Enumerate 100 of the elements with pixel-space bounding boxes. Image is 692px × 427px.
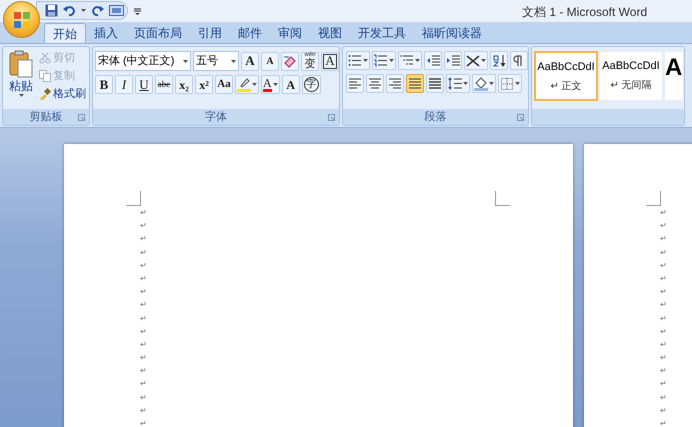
clear-format-button[interactable]: [281, 52, 299, 70]
ribbon-tab[interactable]: 页面布局: [126, 23, 190, 43]
justify-icon: [408, 76, 422, 90]
sort-button[interactable]: [490, 51, 508, 70]
paragraph-mark: ↵: [140, 365, 147, 378]
paragraph-mark: ↵: [660, 272, 667, 285]
bullets-icon: [348, 54, 362, 68]
borders-button[interactable]: [498, 74, 522, 93]
character-shading-button[interactable]: A: [282, 75, 300, 94]
highlighter-icon: [237, 77, 251, 92]
group-label: 字体: [205, 110, 227, 125]
ribbon-tab[interactable]: 引用: [190, 23, 230, 43]
chinese-layout-button[interactable]: [464, 51, 488, 70]
style-sample: AaBbCcDdI: [537, 60, 595, 75]
paint-bucket-button[interactable]: [472, 74, 496, 93]
distribute-button[interactable]: [426, 74, 444, 93]
copy-icon: [39, 70, 51, 82]
paragraph-mark: ↵: [140, 233, 147, 246]
screen-icon[interactable]: [109, 4, 124, 16]
font-size-field[interactable]: 五号: [193, 51, 239, 71]
align-right-button[interactable]: [386, 74, 404, 93]
paste-button[interactable]: 粘贴: [6, 50, 36, 109]
font-color-letter: A: [263, 77, 272, 92]
paragraph-mark: ↵: [140, 404, 147, 417]
caret-icon: [463, 82, 468, 85]
window-title: 文档 1 - Microsoft Word: [522, 4, 648, 21]
style-gallery-item[interactable]: A: [664, 51, 684, 101]
align-left-icon: [348, 76, 362, 90]
decrease-indent-button[interactable]: [424, 51, 442, 70]
paragraph-mark: ↵: [660, 312, 667, 324]
style-name: ↵ 无间隔: [610, 79, 652, 93]
font-color-button[interactable]: A: [261, 75, 280, 94]
customize-icon[interactable]: [134, 8, 141, 15]
paragraph-mark: ↵: [660, 352, 667, 364]
paragraph-mark: ↵: [660, 233, 667, 246]
undo-icon[interactable]: [63, 4, 76, 17]
clipboard-icon: [9, 50, 33, 78]
align-center-button[interactable]: [366, 74, 384, 93]
strikethrough-button[interactable]: abe: [155, 75, 173, 94]
multilevel-list-icon: [400, 54, 414, 68]
paragraph-mark: ↵: [660, 392, 667, 404]
change-case-button[interactable]: Aa: [215, 75, 233, 94]
ribbon-tab[interactable]: 审阅: [270, 23, 310, 43]
paragraph-mark: ↵: [140, 378, 147, 390]
line-spacing-button[interactable]: [446, 74, 470, 93]
ribbon-tab[interactable]: 福昕阅读器: [414, 23, 490, 43]
highlight-button[interactable]: [235, 75, 259, 94]
group-label: 段落: [424, 110, 446, 125]
style-name: ↵ 正文: [550, 80, 582, 94]
italic-button[interactable]: I: [115, 75, 133, 94]
ribbon-tab[interactable]: 插入: [86, 23, 126, 43]
save-icon[interactable]: [45, 4, 58, 17]
underline-button[interactable]: U: [135, 75, 153, 94]
multilevel-list-button[interactable]: [398, 51, 422, 70]
caret-icon: [389, 59, 394, 62]
paragraph-mark: ↵: [660, 326, 667, 338]
paragraph-mark: ↵: [660, 207, 667, 219]
ribbon-tab[interactable]: 视图: [310, 23, 350, 43]
script-button[interactable]: x₂: [175, 75, 193, 94]
paragraph-mark: ↵: [140, 338, 147, 351]
decrease-indent-icon: [426, 54, 440, 68]
caret-icon: [481, 59, 486, 62]
format-painter-button[interactable]: 格式刷: [39, 86, 86, 102]
font-name-field[interactable]: 宋体 (中文正文): [95, 51, 191, 71]
crop-mark-icon: [126, 191, 141, 206]
style-gallery-item[interactable]: AaBbCcDdI ↵ 正文: [534, 51, 598, 101]
paragraph-mark: ↵: [140, 418, 147, 427]
ribbon-tab[interactable]: 开始: [44, 23, 86, 43]
increase-indent-button[interactable]: [444, 51, 462, 70]
numbering-button[interactable]: [372, 51, 396, 70]
align-center-icon: [368, 76, 382, 90]
redo-icon[interactable]: [91, 4, 104, 17]
paragraph-mark: ↵: [140, 352, 147, 364]
crop-mark-icon: [495, 191, 510, 206]
script-button[interactable]: x²: [195, 75, 213, 94]
align-left-button[interactable]: [346, 74, 364, 93]
paragraph-mark: ↵: [140, 207, 147, 219]
paragraph-mark: ↵: [140, 326, 147, 338]
bold-button[interactable]: B: [95, 75, 113, 94]
align-right-icon: [388, 76, 402, 90]
crop-mark-icon: [646, 191, 661, 206]
ribbon-tab[interactable]: 开发工具: [350, 23, 414, 43]
eraser-icon: [283, 54, 297, 68]
justify-button[interactable]: [406, 74, 424, 93]
bullets-button[interactable]: [346, 51, 370, 70]
numbering-icon: [374, 54, 388, 68]
shrink-font-button[interactable]: A: [261, 52, 279, 70]
caret-icon: [363, 59, 368, 62]
grow-font-button[interactable]: A: [241, 52, 259, 70]
pilcrow-button[interactable]: [510, 51, 528, 70]
style-gallery-item[interactable]: AaBbCcDdI ↵ 无间隔: [599, 51, 663, 101]
caret-icon: [81, 9, 86, 12]
paragraph-mark: ↵: [140, 246, 147, 259]
ribbon-tab[interactable]: 邮件: [230, 23, 270, 43]
logo-icon: [12, 10, 30, 28]
character-border-button[interactable]: A: [321, 52, 339, 70]
paragraph-mark: ↵: [140, 312, 147, 324]
paragraph-mark: ↵: [660, 246, 667, 259]
line-spacing-icon: [448, 76, 462, 90]
enclose-character-button[interactable]: 字: [302, 75, 321, 94]
